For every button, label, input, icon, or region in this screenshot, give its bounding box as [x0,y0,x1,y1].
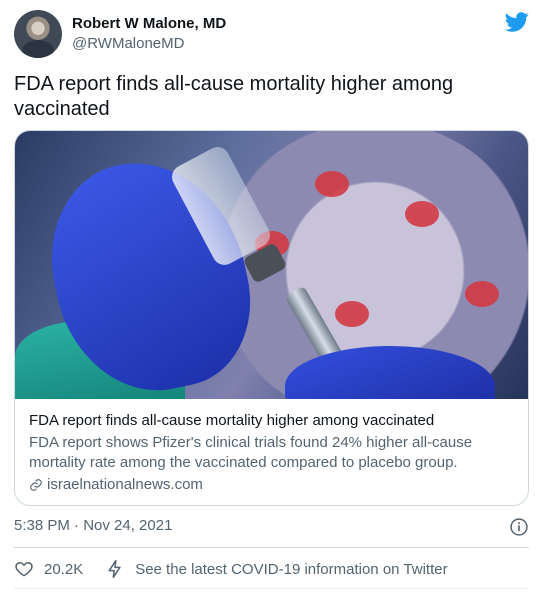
card-body[interactable]: FDA report finds all-cause mortality hig… [15,399,528,495]
card-domain-text[interactable]: israelnationalnews.com [47,475,203,495]
card-description: FDA report shows Pfizer's clinical trial… [29,434,473,471]
divider [14,547,529,548]
action-bar: 20.2K See the latest COVID-19 informatio… [14,558,529,580]
author-block[interactable]: Robert W Malone, MD @RWMaloneMD [72,14,226,54]
author-handle[interactable]: @RWMaloneMD [72,34,226,54]
card-title[interactable]: FDA report finds all-cause mortality hig… [29,411,514,431]
heart-icon[interactable] [14,559,34,579]
like-count[interactable]: 20.2K [44,561,83,578]
virus-spike [405,201,439,227]
card-image[interactable] [15,131,528,399]
avatar[interactable] [14,10,62,58]
tweet-header: Robert W Malone, MD @RWMaloneMD [14,10,529,58]
tweet-text: FDA report finds all-cause mortality hig… [14,73,454,120]
info-icon[interactable] [509,517,529,537]
card-domain[interactable]: israelnationalnews.com [29,475,514,495]
link-icon [30,479,42,491]
virus-spike [465,281,499,307]
virus-spike [335,301,369,327]
lightning-bolt-icon [108,559,121,579]
tweet-timestamp[interactable]: 5:38 PM · Nov 24, 2021 [14,516,172,536]
covid-info-link[interactable]: See the latest COVID-19 information on T… [135,561,447,578]
virus-spike [315,171,349,197]
twitter-bird-icon[interactable] [505,10,529,34]
bottom-divider [14,588,529,589]
author-display-name[interactable]: Robert W Malone, MD [72,14,226,34]
link-card[interactable]: FDA report finds all-cause mortality hig… [14,130,529,506]
